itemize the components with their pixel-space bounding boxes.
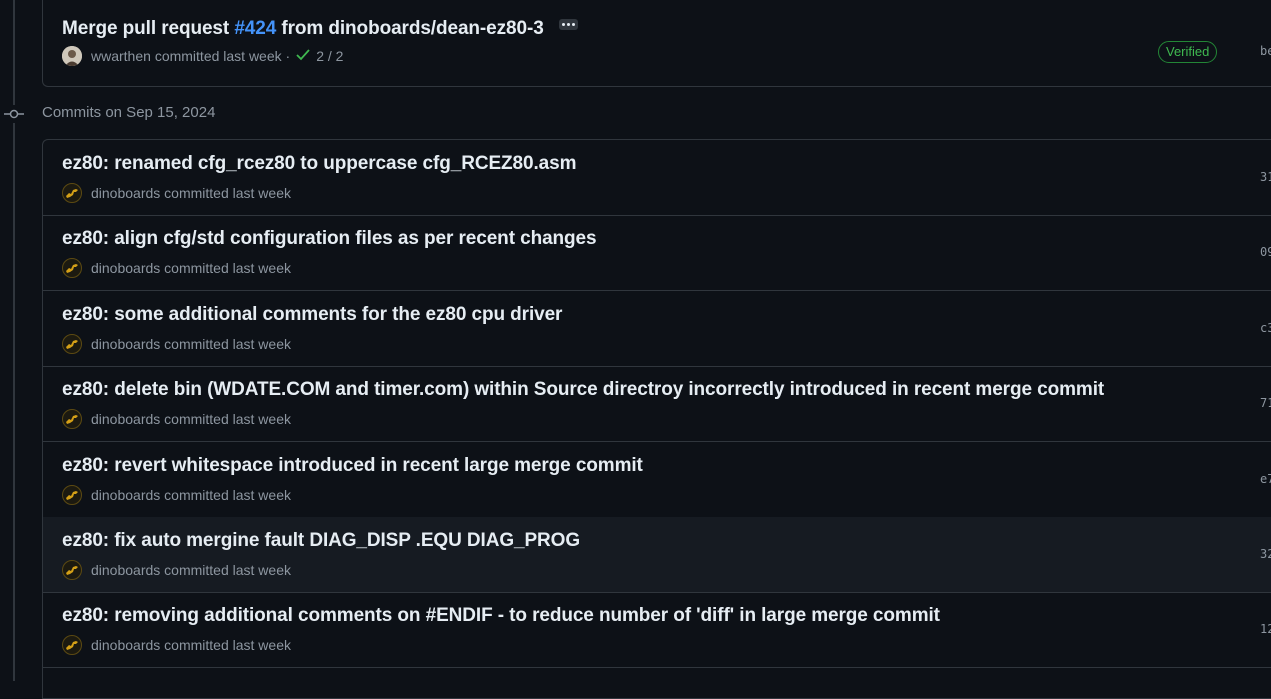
- commit-time: committed last week: [164, 487, 291, 503]
- commit-row: ez80: fix auto mergine fault DIAG_DISP .…: [43, 517, 1271, 593]
- commit-sha[interactable]: 098: [1260, 245, 1271, 259]
- avatar[interactable]: [62, 485, 82, 505]
- commit-meta: dinoboards committed last week: [62, 409, 291, 429]
- commit-row-merge: Merge pull request #424 from dinoboards/…: [43, 6, 1271, 86]
- avatar[interactable]: [62, 635, 82, 655]
- expand-description-button[interactable]: [558, 19, 578, 31]
- commit-sha[interactable]: be2: [1260, 44, 1271, 58]
- commit-sha[interactable]: 715: [1260, 396, 1271, 410]
- commit-time: committed last week: [164, 185, 291, 201]
- commit-row: ez80: revert whitespace introduced in re…: [43, 442, 1271, 518]
- avatar[interactable]: [62, 334, 82, 354]
- dino-avatar-icon: [66, 491, 78, 500]
- commit-time: committed last week: [164, 336, 291, 352]
- dino-avatar-icon: [66, 415, 78, 424]
- dino-avatar-icon: [66, 264, 78, 273]
- commit-meta: dinoboards committed last week: [62, 560, 291, 580]
- commit-title-suffix[interactable]: from dinoboards/dean-ez80-3: [276, 18, 543, 39]
- avatar[interactable]: [62, 258, 82, 278]
- commit-title-prefix[interactable]: Merge pull request: [62, 18, 234, 39]
- commit-time: committed last week: [164, 562, 291, 578]
- commit-meta: dinoboards committed last week: [62, 183, 291, 203]
- commit-sha[interactable]: 12d: [1260, 622, 1271, 636]
- commit-author[interactable]: dinoboards: [91, 260, 160, 276]
- commit-meta: wwarthen committed last week · 2 / 2: [62, 46, 343, 66]
- commit-meta: dinoboards committed last week: [62, 635, 291, 655]
- git-commit-icon: [4, 105, 24, 123]
- pr-link[interactable]: #424: [234, 18, 276, 39]
- commit-author[interactable]: dinoboards: [91, 411, 160, 427]
- commit-title[interactable]: ez80: delete bin (WDATE.COM and timer.co…: [62, 379, 1104, 401]
- commit-sha[interactable]: c31: [1260, 321, 1271, 335]
- commit-time: committed last week: [164, 411, 291, 427]
- commit-row: ez80: align cfg/std configuration files …: [43, 215, 1271, 291]
- dino-avatar-icon: [66, 189, 78, 198]
- user-avatar-icon: [62, 46, 82, 66]
- commit-meta: dinoboards committed last week: [62, 258, 291, 278]
- commit-time: committed last week: [164, 260, 291, 276]
- commit-author[interactable]: dinoboards: [91, 637, 160, 653]
- commit-author[interactable]: dinoboards: [91, 185, 160, 201]
- commit-row: ez80: some additional comments for the e…: [43, 291, 1271, 367]
- avatar[interactable]: [62, 183, 82, 203]
- commit-list: ez80: renamed cfg_rcez80 to uppercase cf…: [42, 139, 1271, 699]
- commit-title[interactable]: ez80: removing additional comments on #E…: [62, 605, 940, 627]
- timeline-line: [13, 0, 15, 681]
- commit-title[interactable]: ez80: renamed cfg_rcez80 to uppercase cf…: [62, 153, 576, 175]
- commit-title[interactable]: ez80: some additional comments for the e…: [62, 304, 562, 326]
- verified-badge[interactable]: Verified: [1158, 41, 1218, 63]
- commit-title[interactable]: Merge pull request #424 from dinoboards/…: [62, 18, 578, 40]
- dino-avatar-icon: [66, 566, 78, 575]
- commit-author[interactable]: dinoboards: [91, 487, 160, 503]
- commit-meta: dinoboards committed last week: [62, 334, 291, 354]
- avatar[interactable]: [62, 409, 82, 429]
- dino-avatar-icon: [66, 641, 78, 650]
- commit-sha[interactable]: e79: [1260, 472, 1271, 486]
- commit-author[interactable]: wwarthen: [91, 48, 151, 64]
- commit-group-previous: Merge pull request #424 from dinoboards/…: [42, 0, 1271, 87]
- dino-avatar-icon: [66, 340, 78, 349]
- commit-meta: dinoboards committed last week: [62, 485, 291, 505]
- avatar[interactable]: [62, 560, 82, 580]
- commit-title[interactable]: ez80: align cfg/std configuration files …: [62, 228, 597, 250]
- meta-separator: ·: [285, 48, 291, 64]
- commit-title[interactable]: ez80: revert whitespace introduced in re…: [62, 455, 643, 477]
- check-icon[interactable]: [296, 48, 310, 65]
- checks-status[interactable]: 2 / 2: [316, 48, 343, 64]
- commit-row: ez80: renamed cfg_rcez80 to uppercase cf…: [43, 140, 1271, 216]
- commit-author[interactable]: dinoboards: [91, 562, 160, 578]
- commit-sha[interactable]: 323: [1260, 547, 1271, 561]
- commit-time: committed last week: [164, 637, 291, 653]
- commit-row: ez80: delete bin (WDATE.COM and timer.co…: [43, 366, 1271, 442]
- commit-author[interactable]: dinoboards: [91, 336, 160, 352]
- commit-row: ez80: removing additional comments on #E…: [43, 592, 1271, 668]
- avatar[interactable]: [62, 46, 82, 66]
- commit-title[interactable]: ez80: fix auto mergine fault DIAG_DISP .…: [62, 530, 580, 552]
- date-group-header: Commits on Sep 15, 2024: [42, 104, 216, 121]
- commit-sha[interactable]: 312: [1260, 170, 1271, 184]
- commit-time: committed last week: [154, 48, 282, 64]
